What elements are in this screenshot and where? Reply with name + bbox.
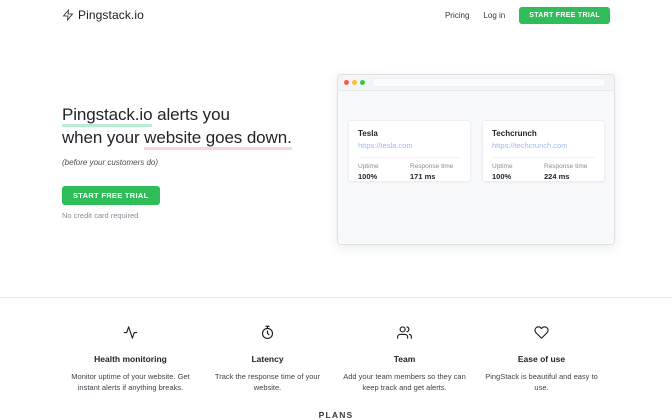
monitor-site-name: Tesla bbox=[358, 129, 461, 138]
navbar: Pingstack.io Pricing Log in START FREE T… bbox=[0, 0, 672, 30]
monitor-stats: Uptime 100% Response time 224 ms bbox=[492, 157, 595, 181]
monitor-site-url: https://techcrunch.com bbox=[492, 141, 595, 150]
feature-team: Team Add your team members so they can k… bbox=[336, 325, 473, 393]
feature-title: Latency bbox=[205, 354, 330, 364]
hero-heading-line2-pre: when your bbox=[62, 128, 144, 147]
features-section: Health monitoring Monitor uptime of your… bbox=[62, 325, 610, 393]
users-icon bbox=[397, 325, 412, 340]
feature-title: Team bbox=[342, 354, 467, 364]
heart-icon bbox=[534, 325, 549, 340]
monitor-stats: Uptime 100% Response time 171 ms bbox=[358, 157, 461, 181]
browser-mockup: Tesla https://tesla.com Uptime 100% Resp… bbox=[337, 74, 615, 245]
response-time-stat: Response time 224 ms bbox=[544, 163, 588, 181]
browser-body: Tesla https://tesla.com Uptime 100% Resp… bbox=[338, 91, 614, 182]
feature-title: Ease of use bbox=[479, 354, 604, 364]
response-time-value: 171 ms bbox=[410, 172, 454, 181]
feature-description: Add your team members so they can keep t… bbox=[342, 371, 467, 393]
response-time-stat: Response time 171 ms bbox=[410, 163, 454, 181]
hero-heading: Pingstack.io alerts you when your website… bbox=[62, 103, 324, 149]
hero-subheading: (before your customers do) bbox=[62, 158, 324, 167]
watch-icon bbox=[260, 325, 275, 340]
uptime-label: Uptime bbox=[492, 163, 536, 170]
browser-address-bar bbox=[372, 78, 606, 87]
plans-heading: PLANS bbox=[0, 410, 672, 420]
hero-highlight-down: website goes down. bbox=[144, 128, 292, 150]
uptime-stat: Uptime 100% bbox=[358, 163, 402, 181]
section-divider bbox=[0, 297, 672, 298]
uptime-value: 100% bbox=[358, 172, 402, 181]
browser-titlebar bbox=[338, 75, 614, 91]
logo-text: Pingstack.io bbox=[78, 8, 144, 22]
nav-link-pricing[interactable]: Pricing bbox=[445, 11, 469, 20]
feature-title: Health monitoring bbox=[68, 354, 193, 364]
nav-links: Pricing Log in START FREE TRIAL bbox=[445, 7, 610, 24]
traffic-light-close-icon bbox=[344, 80, 349, 85]
uptime-value: 100% bbox=[492, 172, 536, 181]
uptime-stat: Uptime 100% bbox=[492, 163, 536, 181]
feature-latency: Latency Track the response time of your … bbox=[199, 325, 336, 393]
nav-link-login[interactable]: Log in bbox=[483, 11, 505, 20]
logo[interactable]: Pingstack.io bbox=[62, 8, 144, 22]
traffic-light-minimize-icon bbox=[352, 80, 357, 85]
feature-description: Monitor uptime of your website. Get inst… bbox=[68, 371, 193, 393]
traffic-light-zoom-icon bbox=[360, 80, 365, 85]
hero-cta-button[interactable]: START FREE TRIAL bbox=[62, 186, 160, 205]
response-time-value: 224 ms bbox=[544, 172, 588, 181]
response-time-label: Response time bbox=[410, 163, 454, 170]
hero-heading-line1-rest: alerts you bbox=[152, 105, 229, 124]
monitor-card-tesla: Tesla https://tesla.com Uptime 100% Resp… bbox=[348, 120, 471, 182]
feature-description: Track the response time of your website. bbox=[205, 371, 330, 393]
zap-icon bbox=[62, 9, 74, 21]
activity-icon bbox=[123, 325, 138, 340]
landing-page: Pingstack.io Pricing Log in START FREE T… bbox=[0, 0, 672, 420]
monitor-site-url: https://tesla.com bbox=[358, 141, 461, 150]
feature-health-monitoring: Health monitoring Monitor uptime of your… bbox=[62, 325, 199, 393]
monitor-site-name: Techcrunch bbox=[492, 129, 595, 138]
uptime-label: Uptime bbox=[358, 163, 402, 170]
monitor-card-techcrunch: Techcrunch https://techcrunch.com Uptime… bbox=[482, 120, 605, 182]
hero-cta-note: No credit card required bbox=[62, 211, 324, 220]
feature-description: PingStack is beautiful and easy to use. bbox=[479, 371, 604, 393]
feature-ease-of-use: Ease of use PingStack is beautiful and e… bbox=[473, 325, 610, 393]
nav-cta-button[interactable]: START FREE TRIAL bbox=[519, 7, 610, 24]
response-time-label: Response time bbox=[544, 163, 588, 170]
hero-section: Pingstack.io alerts you when your website… bbox=[62, 103, 324, 220]
hero-highlight-brand: Pingstack.io bbox=[62, 105, 152, 127]
